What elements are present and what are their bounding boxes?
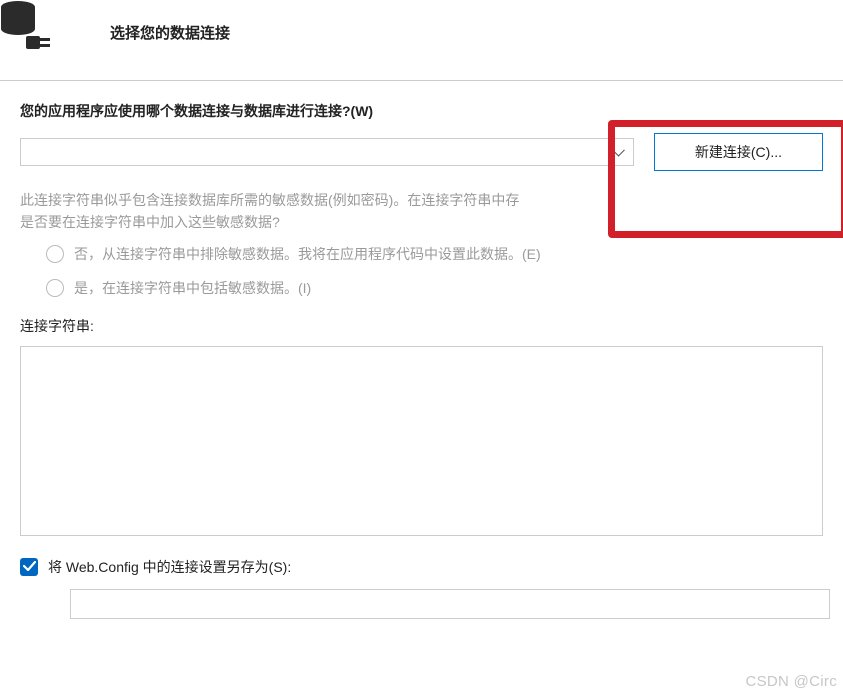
radio-label-yes: 是，在连接字符串中包括敏感数据。(I) (74, 278, 311, 298)
radio-icon (46, 245, 64, 263)
save-config-checkbox[interactable] (20, 558, 38, 576)
header-divider (0, 80, 843, 81)
radio-option-yes: 是，在连接字符串中包括敏感数据。(I) (46, 278, 823, 298)
connection-question-label: 您的应用程序应使用哪个数据连接与数据库进行连接?(W) (20, 101, 823, 121)
radio-label-no: 否，从连接字符串中排除敏感数据。我将在应用程序代码中设置此数据。(E) (74, 244, 541, 264)
database-plug-icon (0, 0, 60, 55)
connection-string-textarea[interactable] (20, 346, 823, 536)
radio-option-no: 否，从连接字符串中排除敏感数据。我将在应用程序代码中设置此数据。(E) (46, 244, 823, 264)
connection-string-label: 连接字符串: (20, 316, 823, 336)
save-config-name-input[interactable] (70, 589, 830, 619)
radio-icon (46, 279, 64, 297)
save-config-label: 将 Web.Config 中的连接设置另存为(S): (48, 557, 291, 577)
connection-dropdown[interactable] (20, 138, 634, 166)
wizard-title: 选择您的数据连接 (110, 22, 230, 43)
watermark-text: CSDN @Circ (745, 673, 837, 690)
new-connection-button[interactable]: 新建连接(C)... (654, 133, 823, 171)
sensitive-data-info: 此连接字符串似乎包含连接数据库所需的敏感数据(例如密码)。在连接字符串中存 是否… (20, 189, 823, 234)
